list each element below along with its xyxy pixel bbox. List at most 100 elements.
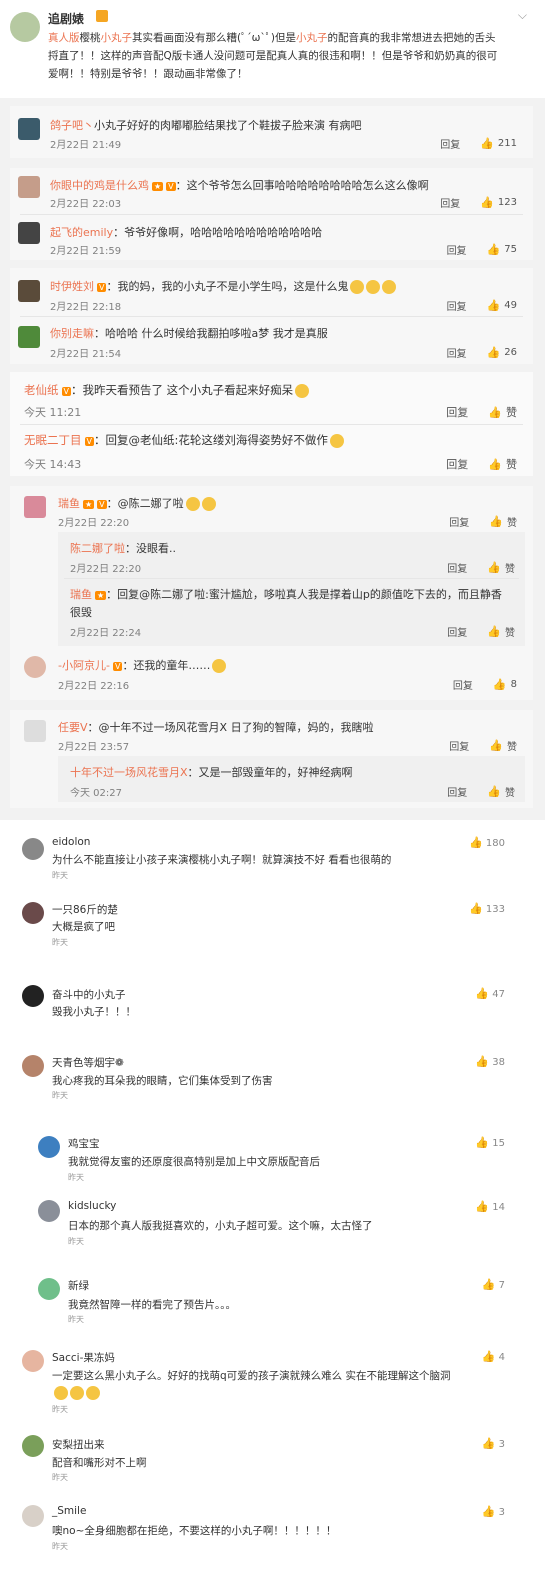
reply-button[interactable]: 回复: [440, 195, 460, 210]
scared-emoji-icon: [201, 497, 216, 511]
laugh-emoji-icon: [350, 280, 365, 294]
comment-line: 十年不过一场风花雪月X：又是一部毁童年的，好神经病啊: [70, 766, 353, 779]
post-author[interactable]: 追剧婊: [48, 10, 84, 27]
avatar[interactable]: [24, 656, 46, 678]
comment-line: 瑞鱼 ★ ：回复@陈二娜了啦:蜜汁尴尬，哆啦真人我是撑着山p的颜值吃下去的，而且静香: [70, 588, 502, 601]
commenter-name[interactable]: 新绿: [68, 1278, 89, 1293]
thumb-icon: 👍: [489, 515, 503, 528]
laugh-emoji-icon: [382, 280, 397, 294]
comment-text: 我就觉得友蜜的还原度很高特别是加上中文原版配音后: [68, 1156, 320, 1168]
reply-button[interactable]: 回复: [449, 738, 469, 753]
level-badge: V: [61, 387, 71, 396]
comment-time: 昨天: [68, 1237, 84, 1246]
like-button[interactable]: 👍 赞: [487, 784, 515, 799]
like-button[interactable]: 👍 3: [482, 1505, 505, 1518]
commenter-name[interactable]: 安梨扭出来: [52, 1437, 105, 1452]
comment-time: 2月22日 22:20: [70, 564, 142, 575]
like-button[interactable]: 👍 赞: [487, 560, 515, 575]
comment-time: 2月22日 21:59: [50, 246, 122, 257]
thumb-icon: 👍: [489, 739, 503, 752]
reply-button[interactable]: 回复: [447, 784, 467, 799]
commenter-name[interactable]: Sacci-果冻妈: [52, 1350, 115, 1365]
reply-button[interactable]: 回复: [447, 560, 467, 575]
verified-icon: [96, 10, 108, 22]
like-button[interactable]: 👍 4: [482, 1350, 505, 1363]
comment-text: 日本的那个真人版我挺喜欢的，小丸子超可爱。这个嘛，太古怪了: [68, 1220, 373, 1232]
like-button[interactable]: 👍 赞: [488, 456, 517, 472]
reply-button[interactable]: 回复: [447, 242, 467, 257]
thumb-icon: 👍: [487, 625, 501, 638]
avatar[interactable]: [18, 118, 40, 140]
comment-line: -小阿京儿- V ：还我的童年……: [58, 657, 227, 673]
like-button[interactable]: 👍 赞: [489, 514, 517, 529]
like-button[interactable]: 👍 14: [475, 1200, 505, 1213]
like-button[interactable]: 👍 47: [475, 987, 505, 1000]
nested-replies: 陈二娜了啦：没眼看.. 2月22日 22:20 回复 👍 赞 瑞鱼 ★ ：回复@陈二娜了…: [58, 532, 525, 646]
commenter-name[interactable]: kidslucky: [68, 1200, 116, 1212]
commenter-name[interactable]: 鸡宝宝: [68, 1136, 100, 1151]
avatar[interactable]: [18, 326, 40, 348]
reply-button[interactable]: 回复: [447, 345, 467, 360]
post-text-line1: 真人版樱桃小丸子其实看画面没有那么糟(ﾟ´ω`ﾟ)但是小丸子的配音真的我非常想进…: [48, 32, 496, 44]
comment-time: 昨天: [68, 1315, 84, 1324]
reply-button[interactable]: 回复: [446, 456, 468, 472]
commenter-name[interactable]: 一只86斤的楚: [52, 902, 118, 917]
comment-block: 任要V：@十年不过一场风花雪月X 日了狗的智障，妈的，我瞎啦 2月22日 23:…: [10, 710, 533, 808]
avatar[interactable]: [22, 985, 44, 1007]
like-button[interactable]: 👍 180: [469, 836, 505, 849]
comment-time: 2月22日 22:18: [50, 302, 122, 313]
comment-block: 你眼中的鸡是什么鸡 ★ V ：这个爷爷怎么回事哈哈哈哈哈哈哈哈怎么这么像啊 2月22日…: [10, 168, 533, 260]
like-button[interactable]: 👍 123: [480, 196, 517, 209]
like-button[interactable]: 👍 38: [475, 1055, 505, 1068]
like-button[interactable]: 👍 211: [480, 137, 517, 150]
emoji-row: [52, 1386, 100, 1400]
thumb-icon: 👍: [487, 561, 501, 574]
chevron-down-icon[interactable]: ⌵: [518, 8, 527, 23]
like-button[interactable]: 👍 133: [469, 902, 505, 915]
comment-block: 鸽子吧丶小丸子好好的肉嘟嘟脸结果找了个鞋拔子脸来演 有病吧 2月22日 21:4…: [10, 106, 533, 158]
comment-time: 今天 02:27: [70, 788, 122, 799]
avatar[interactable]: [24, 720, 46, 742]
avatar[interactable]: [22, 1350, 44, 1372]
avatar[interactable]: [22, 1435, 44, 1457]
reply-button[interactable]: 回复: [453, 677, 473, 692]
like-button[interactable]: 👍 7: [482, 1278, 505, 1291]
avatar[interactable]: [24, 496, 46, 518]
like-button[interactable]: 👍 49: [487, 299, 517, 312]
divider: [20, 316, 523, 317]
reply-button[interactable]: 回复: [440, 136, 460, 151]
like-button[interactable]: 👍 8: [493, 678, 517, 691]
reply-button[interactable]: 回复: [447, 298, 467, 313]
reply-button[interactable]: 回复: [449, 514, 469, 529]
like-button[interactable]: 👍 赞: [487, 624, 515, 639]
level-badge: V: [112, 662, 123, 671]
avatar[interactable]: [38, 1200, 60, 1222]
nested-replies: 十年不过一场风花雪月X：又是一部毁童年的，好神经病啊 今天 02:27 回复 👍 赞: [58, 756, 525, 802]
commenter-name[interactable]: _Smile: [52, 1505, 86, 1517]
avatar[interactable]: [22, 902, 44, 924]
like-button[interactable]: 👍 75: [487, 243, 517, 256]
comment-line: 你别走嘛：哈哈哈 什么时候给我翻拍哆啦a梦 我才是真服: [50, 327, 328, 340]
like-button[interactable]: 👍 赞: [488, 404, 517, 420]
comment-block: 时伊姓刘 V ：我的妈，我的小丸子不是小学生吗，这是什么鬼 2月22日 22:18 …: [10, 268, 533, 364]
commenter-name[interactable]: eidolon: [52, 836, 90, 848]
commenter-name[interactable]: 天青色等烟宇❁: [52, 1055, 124, 1070]
avatar[interactable]: [22, 1505, 44, 1527]
commenter-name[interactable]: 奋斗中的小丸子: [52, 987, 126, 1002]
avatar[interactable]: [22, 1055, 44, 1077]
avatar[interactable]: [18, 176, 40, 198]
like-button[interactable]: 👍 3: [482, 1437, 505, 1450]
like-button[interactable]: 👍 26: [487, 346, 517, 359]
comment-actions: 回复 👍 赞: [449, 738, 517, 753]
avatar[interactable]: [22, 838, 44, 860]
thumb-icon: 👍: [481, 1350, 496, 1363]
avatar[interactable]: [38, 1136, 60, 1158]
avatar[interactable]: [18, 222, 40, 244]
avatar[interactable]: [18, 280, 40, 302]
like-button[interactable]: 👍 15: [475, 1136, 505, 1149]
author-avatar[interactable]: [10, 12, 40, 42]
like-button[interactable]: 👍 赞: [489, 738, 517, 753]
reply-button[interactable]: 回复: [446, 404, 468, 420]
reply-button[interactable]: 回复: [447, 624, 467, 639]
avatar[interactable]: [38, 1278, 60, 1300]
